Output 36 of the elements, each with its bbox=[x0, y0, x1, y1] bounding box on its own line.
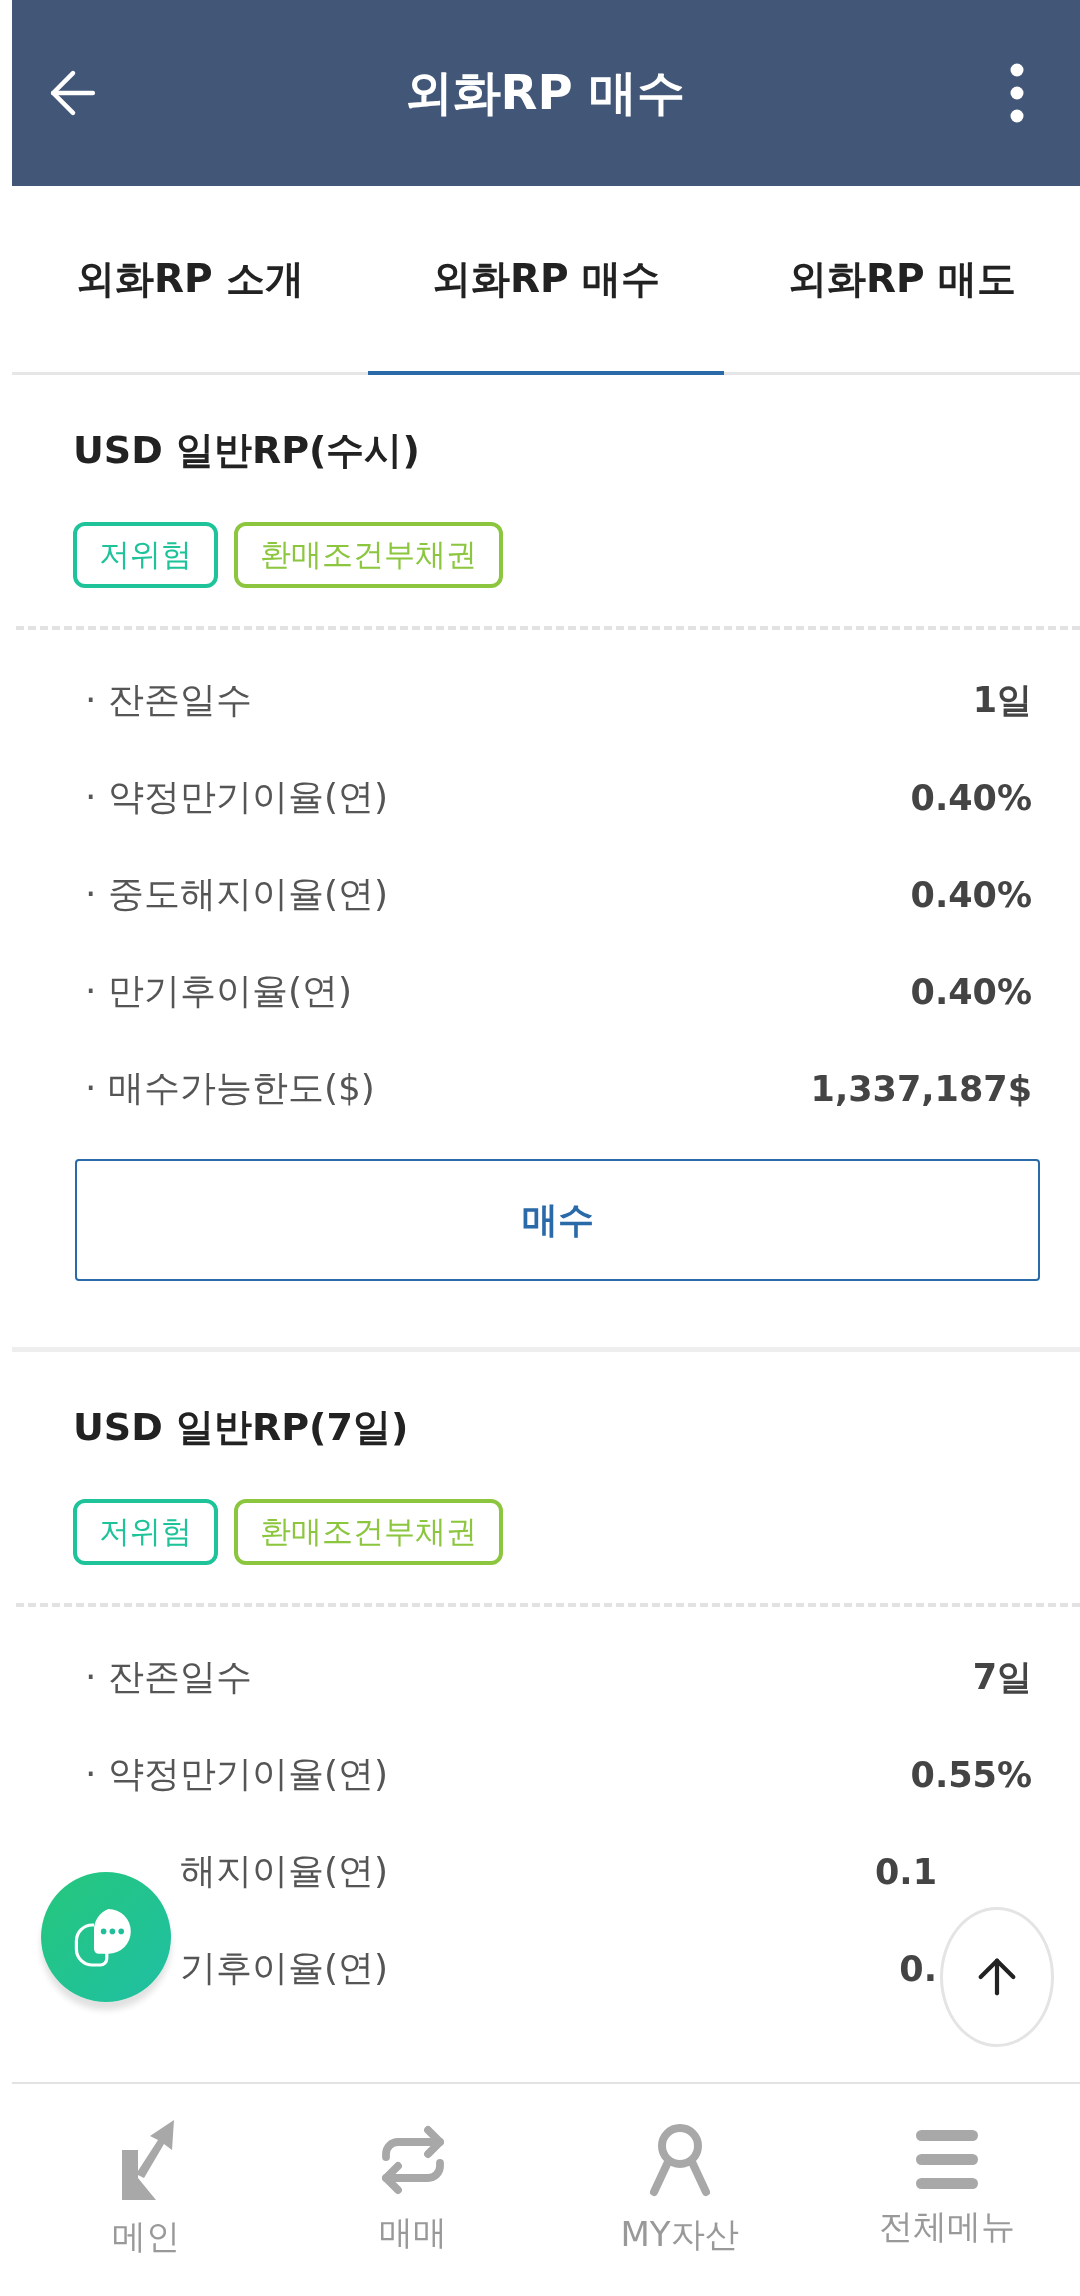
product-title: USD 일반RP(7일) bbox=[72, 1404, 410, 1451]
nav-item[interactable]: MY자산 bbox=[546, 2084, 813, 2296]
tab[interactable]: 외화RP 매도 bbox=[724, 186, 1080, 375]
buy-button[interactable]: 매수 bbox=[75, 1159, 1040, 1281]
detail-value: 0. bbox=[899, 1948, 937, 1989]
product-tag: 환매조건부채권 bbox=[234, 1499, 503, 1565]
nav-item[interactable]: 메인 bbox=[12, 2084, 279, 2296]
detail-label: · 잔존일수 bbox=[85, 1655, 252, 1699]
menu-icon bbox=[915, 2130, 978, 2190]
detail-value: 0.40% bbox=[910, 777, 1032, 818]
detail-label: · 중도해지이율(연) bbox=[85, 872, 388, 916]
page-title: 외화RP 매수 bbox=[404, 63, 686, 122]
nav-item[interactable]: 매매 bbox=[279, 2084, 546, 2296]
detail-label: · 약정만기이율(연) bbox=[85, 1752, 388, 1796]
detail-value: 7일 bbox=[972, 1656, 1032, 1699]
detail-value: 1,337,187$ bbox=[810, 1068, 1032, 1109]
product-tag: 저위험 bbox=[73, 522, 218, 588]
tab[interactable]: 외화RP 매수 bbox=[368, 186, 724, 375]
detail-label: · 약정만기이율(연) bbox=[85, 775, 388, 819]
detail-label: · 만기후이율(연) bbox=[85, 969, 352, 1013]
person-icon bbox=[647, 2122, 712, 2198]
detail-value: 0.40% bbox=[910, 874, 1032, 915]
nav-item[interactable]: 전체메뉴 bbox=[813, 2084, 1080, 2296]
tab[interactable]: 외화RP 소개 bbox=[12, 186, 368, 375]
more-vertical-icon bbox=[1010, 63, 1024, 123]
detail-value: 0.40% bbox=[910, 971, 1032, 1012]
detail-label: 기후이율(연) bbox=[180, 1946, 389, 1990]
product-title: USD 일반RP(수시) bbox=[72, 427, 421, 474]
detail-label: 해지이율(연) bbox=[180, 1849, 389, 1893]
product-tag: 환매조건부채권 bbox=[234, 522, 503, 588]
detail-label: · 잔존일수 bbox=[85, 678, 252, 722]
product-tag: 저위험 bbox=[73, 1499, 218, 1565]
detail-value: 0.55% bbox=[910, 1754, 1032, 1795]
detail-value: 0.1 bbox=[875, 1851, 937, 1892]
detail-label: · 매수가능한도($) bbox=[85, 1066, 375, 1110]
detail-value: 1일 bbox=[972, 679, 1032, 722]
